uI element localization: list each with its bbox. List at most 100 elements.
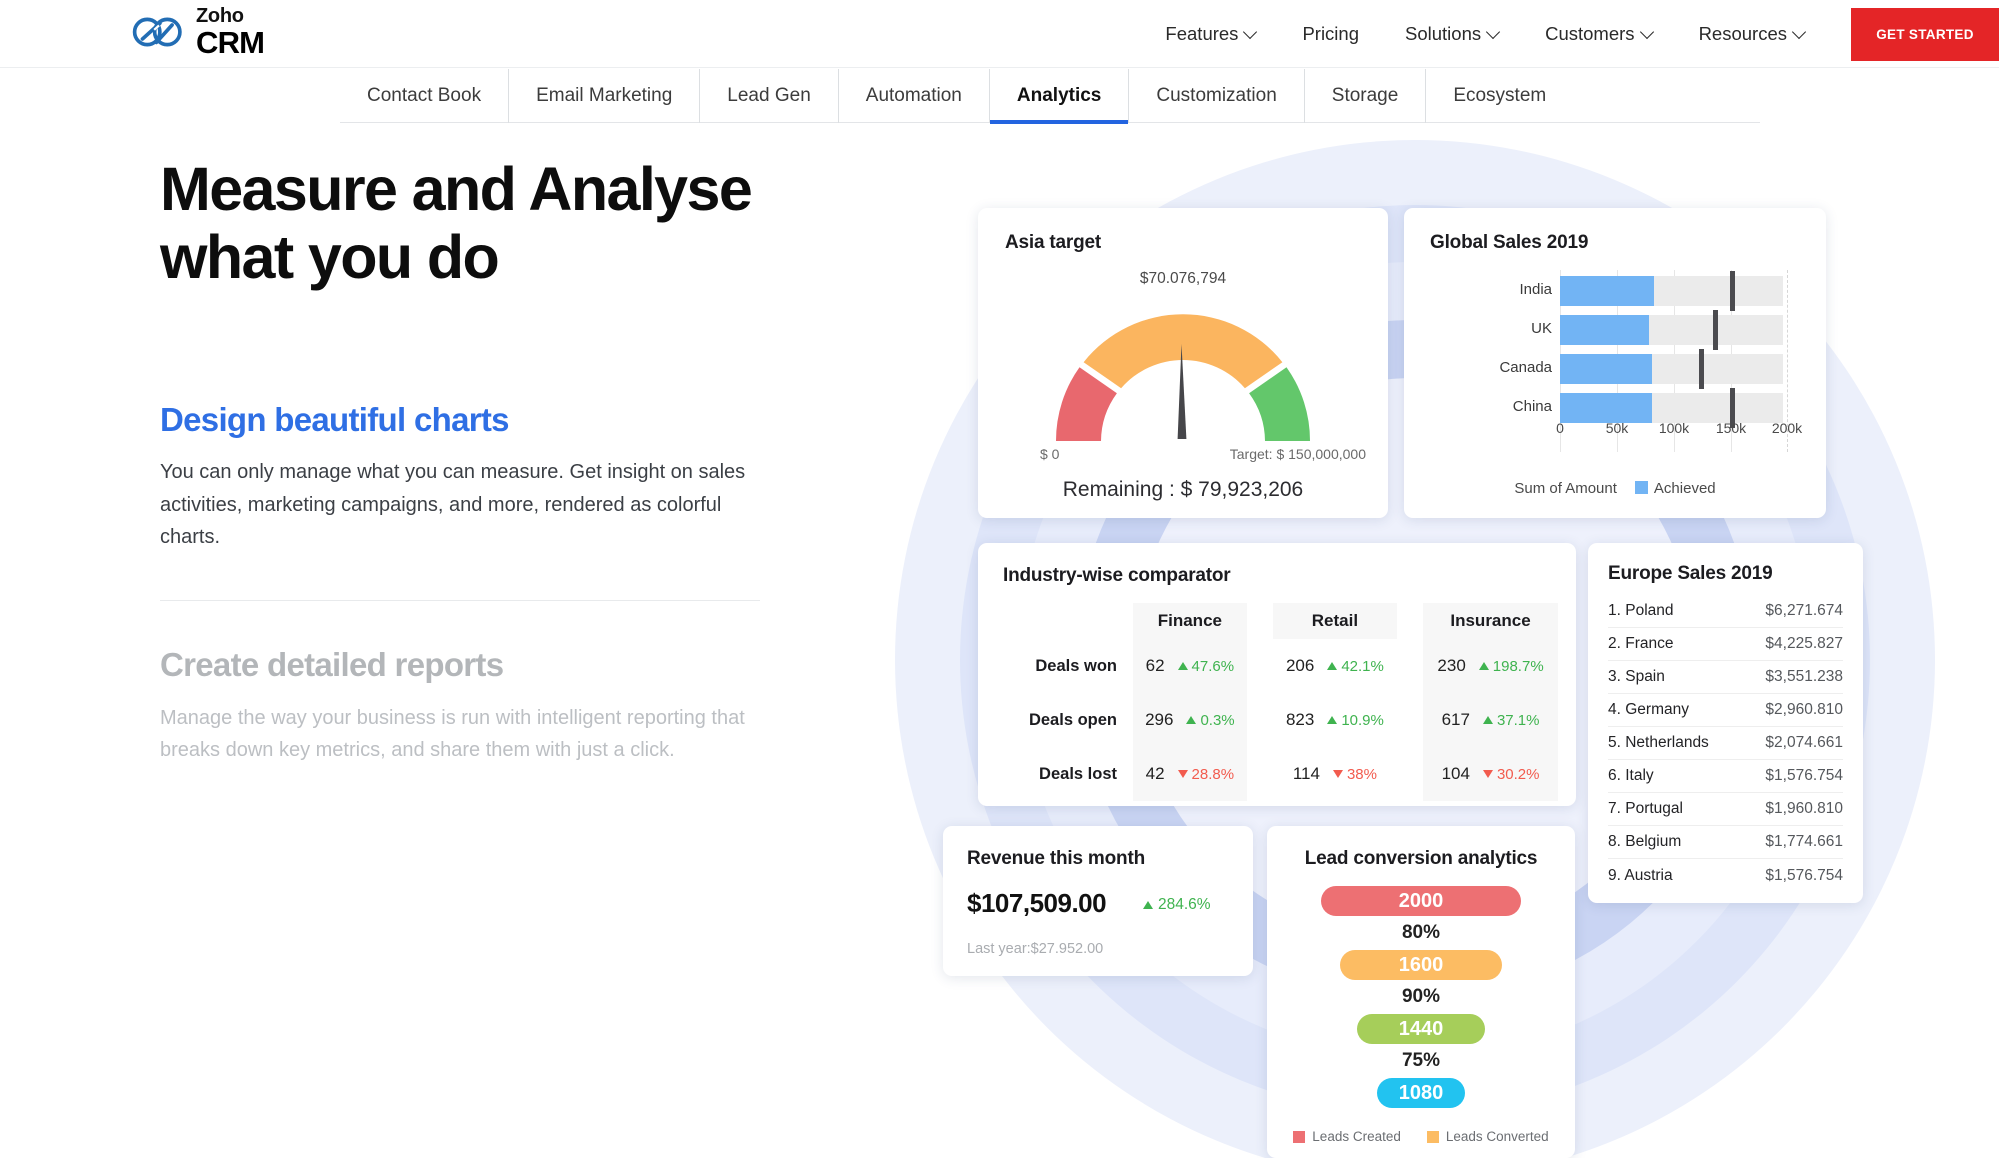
bar-row-china: China <box>1513 388 1794 428</box>
gauge-max-label: Target: $ 150,000,000 <box>1229 446 1366 462</box>
nav-label-resources: Resources <box>1698 23 1787 44</box>
bar-track <box>1560 354 1783 384</box>
table-header-row: Finance Retail Insurance <box>1003 603 1558 639</box>
tab-storage[interactable]: Storage <box>1303 69 1426 123</box>
country-amount: $2,960.810 <box>1765 701 1843 718</box>
table-row: Deals won 62 47.6% 206 42.1% 230 198.7% <box>1003 639 1558 693</box>
hero-column: Measure and Analyse what you do Design b… <box>160 155 760 767</box>
triangle-down-icon <box>1332 770 1343 778</box>
bar-track <box>1560 276 1783 306</box>
primary-nav: Features Pricing Solutions Customers Res… <box>1165 0 1999 68</box>
tab-contact-book[interactable]: Contact Book <box>340 69 508 123</box>
spacer <box>1247 747 1273 801</box>
funnel-conversion-2: 90% <box>1401 986 1441 1007</box>
industry-table-wrapper: Finance Retail Insurance Deals won 62 47… <box>1003 603 1558 801</box>
tab-automation[interactable]: Automation <box>837 69 989 123</box>
gauge-value-label: $70.076,794 <box>1139 270 1227 287</box>
cell-finance-deals-open: 296 0.3% <box>1133 693 1247 747</box>
card-title-revenue: Revenue this month <box>967 848 1145 869</box>
spacer <box>1247 639 1273 693</box>
revenue-delta-value: 284.6% <box>1158 896 1211 913</box>
spacer <box>1397 693 1423 747</box>
country-name: 6. Italy <box>1608 767 1654 784</box>
delta-value: 10.9% <box>1341 711 1384 729</box>
triangle-up-icon <box>1143 901 1153 909</box>
delta-badge: 10.9% <box>1327 712 1384 729</box>
legend-label-converted: Leads Converted <box>1445 1129 1549 1144</box>
delta-badge: 0.3% <box>1186 712 1235 729</box>
feature-title-charts: Design beautiful charts <box>160 400 510 438</box>
card-asia-target[interactable]: Asia target $70.076,794 $ 0 Target: $ 15… <box>978 208 1388 518</box>
target-marker-uk <box>1713 310 1718 350</box>
triangle-up-icon <box>1327 662 1338 670</box>
feature-title-reports: Create detailed reports <box>160 646 504 684</box>
delta-value: 198.7% <box>1492 657 1544 675</box>
cell-retail-deals-won: 206 42.1% <box>1273 639 1397 693</box>
feature-block-reports[interactable]: Create detailed reports Manage the way y… <box>160 645 760 766</box>
global-sales-legend: Sum of Amount Achieved <box>1404 480 1826 497</box>
nav-item-solutions[interactable]: Solutions <box>1405 23 1499 45</box>
delta-value: 28.8% <box>1191 765 1235 783</box>
zoho-crm-logo[interactable]: Zoho CRM <box>132 6 265 60</box>
chevron-down-icon <box>1245 27 1256 38</box>
delta-badge: 38% <box>1332 766 1377 783</box>
list-item: 7. Portugal $1,960.810 <box>1608 793 1843 826</box>
feature-body-charts: You can only manage what you can measure… <box>160 461 746 548</box>
card-europe-sales[interactable]: Europe Sales 2019 1. Poland $6,271.674 2.… <box>1588 543 1863 903</box>
tab-email-marketing[interactable]: Email Marketing <box>508 69 699 123</box>
bar-value-china <box>1560 393 1652 423</box>
legend-swatch-achieved <box>1634 481 1648 494</box>
card-title-europe-sales: Europe Sales 2019 <box>1608 563 1773 584</box>
page-title: Measure and Analyse what you do <box>160 155 753 292</box>
delta-badge: 42.1% <box>1327 658 1384 675</box>
legend-swatch-created <box>1293 1130 1306 1143</box>
country-name: 7. Portugal <box>1608 800 1683 817</box>
europe-sales-list: 1. Poland $6,271.674 2. France $4,225.827 … <box>1608 595 1843 892</box>
country-amount: $2,074.661 <box>1765 734 1843 751</box>
nav-item-customers[interactable]: Customers <box>1545 23 1652 45</box>
bar-track <box>1560 315 1783 345</box>
value: 617 <box>1441 710 1470 729</box>
chevron-down-icon <box>1488 27 1499 38</box>
legend-xlabel: Sum of Amount <box>1514 480 1617 497</box>
card-revenue-this-month[interactable]: Revenue this month $107,509.00 284.6% La… <box>943 826 1253 976</box>
delta-value: 42.1% <box>1341 657 1384 675</box>
bar-track <box>1560 393 1783 423</box>
nav-item-pricing[interactable]: Pricing <box>1302 23 1359 45</box>
spacer <box>1397 639 1423 693</box>
chevron-down-icon <box>1794 27 1805 38</box>
tab-analytics[interactable]: Analytics <box>988 69 1129 124</box>
xtick-150k: 150k <box>1715 420 1747 436</box>
card-lead-conversion[interactable]: Lead conversion analytics 2000 80% 1600 … <box>1267 826 1575 1158</box>
funnel-stage-4: 1080 <box>1377 1078 1465 1108</box>
gauge-chart <box>1038 296 1328 456</box>
value: 62 <box>1145 656 1165 675</box>
feature-block-charts[interactable]: Design beautiful charts You can only man… <box>160 400 760 554</box>
card-title-industry: Industry-wise comparator <box>1003 565 1231 586</box>
tab-customization[interactable]: Customization <box>1128 69 1303 123</box>
get-started-button[interactable]: GET STARTED <box>1851 7 1999 61</box>
country-name: 8. Belgium <box>1608 833 1682 850</box>
gauge-svg <box>1055 314 1311 441</box>
chevron-down-icon <box>1642 27 1653 38</box>
tab-lead-gen[interactable]: Lead Gen <box>699 69 837 123</box>
revenue-amount: $107,509.00 <box>967 888 1107 918</box>
feature-divider <box>160 600 760 602</box>
nav-item-features[interactable]: Features <box>1165 23 1256 45</box>
list-item: 1. Poland $6,271.674 <box>1608 595 1843 628</box>
country-name: 5. Netherlands <box>1608 734 1709 751</box>
nav-item-resources[interactable]: Resources <box>1699 23 1805 45</box>
gauge-remaining-label: Remaining : $ 79,923,206 <box>1062 478 1304 501</box>
triangle-up-icon <box>1482 716 1493 724</box>
card-industry-comparator[interactable]: Industry-wise comparator Finance Retail … <box>978 543 1576 806</box>
triangle-up-icon <box>1327 716 1338 724</box>
delta-badge: 30.2% <box>1482 766 1539 783</box>
cell-insurance-deals-won: 230 198.7% <box>1423 639 1558 693</box>
bar-value-india <box>1560 276 1654 306</box>
logo-crm-text: CRM <box>196 25 265 60</box>
spacer <box>1397 747 1423 801</box>
card-global-sales[interactable]: Global Sales 2019 India UK Canada China … <box>1404 208 1826 518</box>
legend-label-created: Leads Created <box>1312 1129 1401 1144</box>
list-item: 5. Netherlands $2,074.661 <box>1608 727 1843 760</box>
tab-ecosystem[interactable]: Ecosystem <box>1425 69 1573 123</box>
